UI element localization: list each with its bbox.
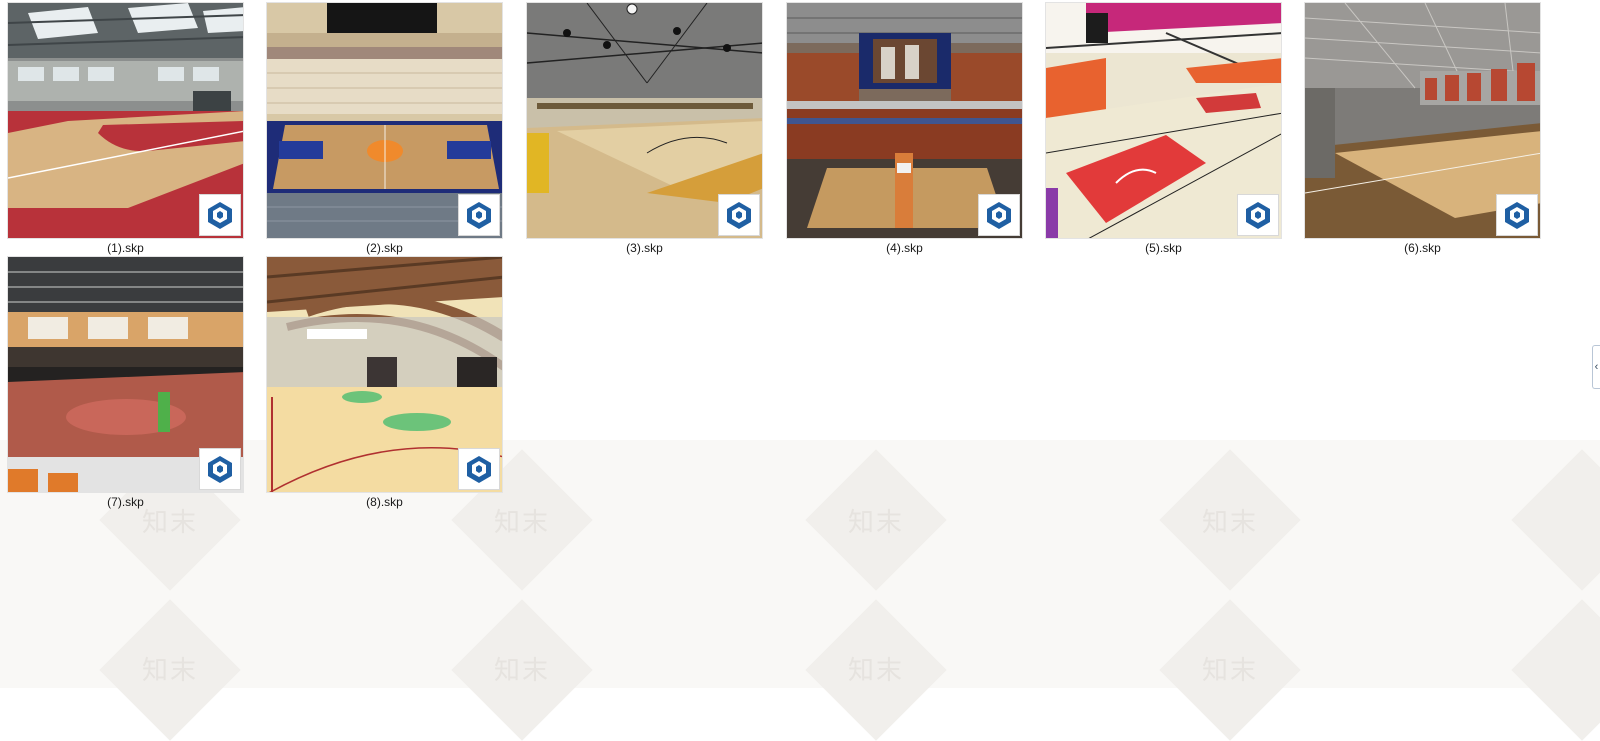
watermark-text: 知末 (847, 656, 904, 686)
sketchup-logo-icon (1496, 194, 1538, 236)
file-browser-pane: 知末 知末 知末 知末 知末 知末 知末 知末 (1).skp (2).skp … (0, 0, 1600, 741)
sketchup-logo-icon (1237, 194, 1279, 236)
file-item[interactable]: (8).skp (266, 256, 503, 509)
chevron-left-icon[interactable]: ‹ (1592, 345, 1600, 389)
sketchup-logo-icon (978, 194, 1020, 236)
file-name[interactable]: (6).skp (1304, 241, 1541, 255)
watermark-text: 知末 (1201, 656, 1258, 686)
sketchup-logo-icon (458, 448, 500, 490)
sketchup-logo-icon (718, 194, 760, 236)
file-thumbnail[interactable] (526, 2, 763, 239)
file-item[interactable]: (6).skp (1304, 2, 1541, 255)
file-item[interactable]: (7).skp (7, 256, 244, 509)
file-name[interactable]: (5).skp (1045, 241, 1282, 255)
watermark-diamond (1511, 599, 1600, 741)
file-thumbnail[interactable] (1045, 2, 1282, 239)
file-item[interactable]: (1).skp (7, 2, 244, 255)
file-item[interactable]: (5).skp (1045, 2, 1282, 255)
file-thumbnail[interactable] (786, 2, 1023, 239)
watermark-text: 知末 (493, 656, 550, 686)
file-name[interactable]: (4).skp (786, 241, 1023, 255)
watermark-text: 知末 (141, 656, 198, 686)
file-item[interactable]: (3).skp (526, 2, 763, 255)
file-name[interactable]: (8).skp (266, 495, 503, 509)
watermark-diamond (1511, 449, 1600, 591)
file-thumbnail[interactable] (1304, 2, 1541, 239)
file-name[interactable]: (3).skp (526, 241, 763, 255)
sketchup-logo-icon (199, 194, 241, 236)
file-item[interactable]: (2).skp (266, 2, 503, 255)
file-thumbnail[interactable] (7, 2, 244, 239)
watermark-text: 知末 (1201, 508, 1258, 538)
watermark-text: 知末 (847, 508, 904, 538)
file-thumbnail[interactable] (266, 256, 503, 493)
file-name[interactable]: (7).skp (7, 495, 244, 509)
file-thumbnail[interactable] (266, 2, 503, 239)
file-thumbnail[interactable] (7, 256, 244, 493)
sketchup-logo-icon (458, 194, 500, 236)
file-item[interactable]: (4).skp (786, 2, 1023, 255)
sketchup-logo-icon (199, 448, 241, 490)
file-name[interactable]: (1).skp (7, 241, 244, 255)
file-name[interactable]: (2).skp (266, 241, 503, 255)
